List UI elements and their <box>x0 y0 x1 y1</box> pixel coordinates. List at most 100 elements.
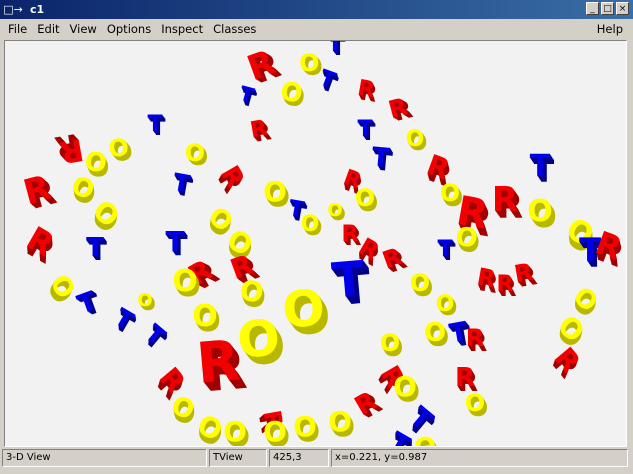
svg-text:R: R <box>342 222 359 247</box>
status-world-coords: x=0.221, y=0.987 <box>331 449 628 467</box>
svg-text:O: O <box>440 179 460 207</box>
scene-letter: OOOOOO <box>410 269 433 302</box>
scene-letter: OOOOOO <box>355 184 378 217</box>
status-pixel-coords: 425,3 <box>269 449 329 467</box>
scene-letter: RRRRRRRR <box>492 180 523 227</box>
scene-letter: TTTTT <box>437 237 455 266</box>
scene-letter: OOOOO <box>301 212 323 241</box>
scene-letter: TTTTT <box>171 168 195 203</box>
status-bar: 3-D View TView 425,3 x=0.221, y=0.987 <box>2 449 631 469</box>
svg-text:T: T <box>357 117 372 142</box>
svg-text:O: O <box>527 194 553 229</box>
svg-text:O: O <box>410 269 430 297</box>
scene-letter: OOOOOO <box>393 370 420 408</box>
svg-text:O: O <box>328 405 352 438</box>
svg-text:O: O <box>137 290 152 311</box>
svg-text:O: O <box>301 212 320 237</box>
menu-inspect[interactable]: Inspect <box>156 22 208 36</box>
scene-letter: RRRRRR <box>379 242 410 278</box>
scene-letter: TTTTT <box>371 142 394 178</box>
scene-letter: TTTTT <box>237 81 259 112</box>
window-title: c1 <box>30 3 45 16</box>
svg-text:O: O <box>185 139 205 167</box>
3d-scene[interactable]: RRRRRROOOOOOOOOO TTTTTTTTTTRRRRRRTTTTT RRR… <box>5 41 626 446</box>
scene-letter: TTTTT <box>165 225 187 262</box>
scene-letter: OOOOOO <box>293 410 320 446</box>
scene-letter: OOOOOO <box>440 179 463 212</box>
scene-letter: OOOOOO <box>67 171 99 212</box>
scene-letter: OOOOOO <box>414 433 439 446</box>
scene-letter: OOOOOO <box>328 405 355 443</box>
scene-letter: TTTTT <box>86 233 107 267</box>
scene-letter: OOOOO <box>436 292 458 321</box>
scene-letter: TTTTT <box>110 303 139 341</box>
menu-bar: File Edit View Options Inspect Classes H… <box>0 19 633 39</box>
scene-letter: RRRRRR <box>466 324 487 357</box>
menu-view[interactable]: View <box>65 22 102 36</box>
scene-letter: OOOOO <box>137 290 155 315</box>
svg-text:R: R <box>194 328 243 397</box>
scene-letter: RRRRRRR <box>19 168 60 218</box>
svg-text:T: T <box>530 149 551 184</box>
title-bar[interactable]: □→ c1 _ □ × <box>0 0 633 19</box>
scene-letter: OOOOOO <box>106 133 135 169</box>
svg-text:O: O <box>293 410 317 443</box>
scene-letter: TTTTT <box>140 319 171 356</box>
menu-classes[interactable]: Classes <box>208 22 261 36</box>
scene-letter: OOOOOO <box>223 415 250 446</box>
svg-text:O: O <box>465 389 485 417</box>
scene-letter: RRRRR <box>356 76 379 108</box>
menu-help[interactable]: Help <box>592 22 628 36</box>
svg-text:O: O <box>235 308 282 369</box>
scene-letter: OOOOOO <box>380 329 403 362</box>
svg-text:O: O <box>298 48 321 78</box>
svg-text:R: R <box>497 272 514 297</box>
maximize-button[interactable]: □ <box>601 2 614 15</box>
svg-text:T: T <box>147 112 162 137</box>
svg-text:O: O <box>414 433 436 446</box>
scene-letter: TTTTTTTTT <box>330 251 373 317</box>
menu-options[interactable]: Options <box>102 22 156 36</box>
close-button[interactable]: × <box>616 2 629 15</box>
scene-letter: TTTTT <box>327 41 345 61</box>
window-menu-icon[interactable]: □→ <box>0 0 26 19</box>
scene-letter: OOOOOOOOO <box>280 278 333 347</box>
scene-letter: RRRRR <box>342 222 362 251</box>
status-view-name: 3-D View <box>2 449 207 467</box>
scene-letter: OOOOOOOOO <box>235 308 288 377</box>
scene-letter: OOOOOO <box>465 389 488 422</box>
svg-text:O: O <box>263 415 287 446</box>
scene-letter: OOOOOO <box>263 175 290 213</box>
svg-text:R: R <box>492 180 518 220</box>
scene-letter: OOOOO <box>185 139 208 171</box>
scene-letter: RRRRRR <box>512 258 539 293</box>
svg-text:O: O <box>263 175 287 208</box>
svg-text:O: O <box>172 264 198 299</box>
scene-letter: TTTTT <box>147 112 165 141</box>
svg-text:O: O <box>223 415 247 446</box>
drawing-canvas[interactable]: RRRRRROOOOOOOOOOTTTTTTTTTTRRRRRRTTTTTRRR… <box>4 40 627 447</box>
svg-text:T: T <box>327 41 342 57</box>
scene-letter: OOOOOO <box>263 415 290 446</box>
minimize-button[interactable]: _ <box>586 2 599 15</box>
svg-text:T: T <box>437 237 452 262</box>
scene-letter: RRRRRR <box>497 272 517 302</box>
scene-letter: OOOOOO <box>41 270 81 309</box>
scene-letter: OOOOOO <box>453 221 482 260</box>
svg-text:T: T <box>86 233 104 263</box>
svg-text:O: O <box>380 329 400 357</box>
scene-letter: OOOOO <box>278 76 307 114</box>
scene-letter: RRRRRR <box>546 341 587 384</box>
scene-letter: RRRRRR <box>248 116 273 148</box>
scene-letter: RRRRRRR <box>20 219 61 271</box>
scene-letter: RRRRR <box>385 92 415 127</box>
menu-file[interactable]: File <box>3 22 32 36</box>
scene-letter: OOOOOO <box>172 264 201 304</box>
svg-text:R: R <box>379 242 406 275</box>
menu-edit[interactable]: Edit <box>32 22 64 36</box>
scene-letter: TTTTT <box>74 286 105 323</box>
scene-letter: RRRRRRR <box>52 126 86 170</box>
svg-text:O: O <box>424 318 446 348</box>
scene-letter: TTTTTTT <box>530 149 555 190</box>
status-object: TView <box>209 449 267 467</box>
